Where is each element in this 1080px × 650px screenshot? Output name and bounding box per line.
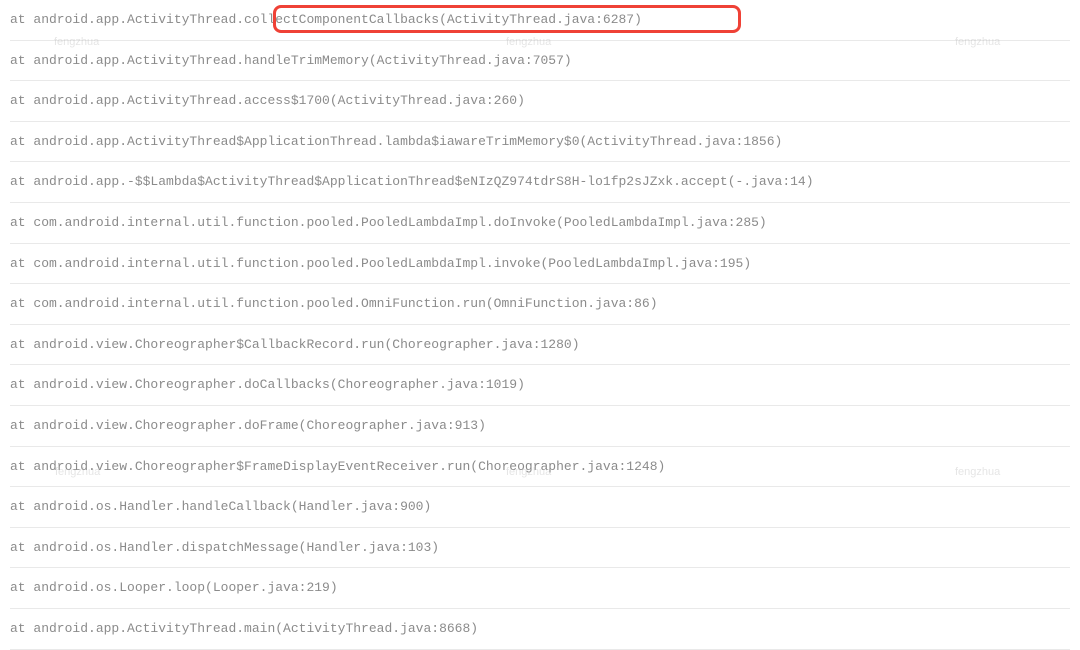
at-prefix: at	[10, 93, 33, 108]
stack-frame: at android.os.Handler.handleCallback(Han…	[10, 487, 1070, 528]
at-prefix: at	[10, 459, 33, 474]
at-prefix: at	[10, 296, 33, 311]
frame-text: android.view.Choreographer.doFrame(Chore…	[33, 418, 485, 433]
at-prefix: at	[10, 215, 33, 230]
at-prefix: at	[10, 53, 33, 68]
at-prefix: at	[10, 580, 33, 595]
frame-text: android.os.Looper.loop(Looper.java:219)	[33, 580, 337, 595]
at-prefix: at	[10, 337, 33, 352]
at-prefix: at	[10, 134, 33, 149]
stack-frame: at android.app.ActivityThread$Applicatio…	[10, 122, 1070, 163]
at-prefix: at	[10, 540, 33, 555]
stack-frame: at android.view.Choreographer$FrameDispl…	[10, 447, 1070, 488]
frame-text: android.view.Choreographer.doCallbacks(C…	[33, 377, 524, 392]
frame-text: android.app.ActivityThread.collectCompon…	[33, 12, 642, 27]
at-prefix: at	[10, 621, 33, 636]
at-prefix: at	[10, 418, 33, 433]
frame-text: com.android.internal.util.function.poole…	[33, 256, 751, 271]
at-prefix: at	[10, 256, 33, 271]
frame-text: android.view.Choreographer$CallbackRecor…	[33, 337, 579, 352]
stack-frame: at android.view.Choreographer$CallbackRe…	[10, 325, 1070, 366]
at-prefix: at	[10, 377, 33, 392]
stack-frame: at com.android.internal.util.function.po…	[10, 244, 1070, 285]
frame-text: android.app.ActivityThread.handleTrimMem…	[33, 53, 571, 68]
stack-frame: at android.app.-$$Lambda$ActivityThread$…	[10, 162, 1070, 203]
frame-text: android.os.Handler.dispatchMessage(Handl…	[33, 540, 439, 555]
frame-text: android.view.Choreographer$FrameDisplayE…	[33, 459, 665, 474]
stack-frame: at com.android.internal.util.function.po…	[10, 284, 1070, 325]
frame-text: android.app.ActivityThread.main(Activity…	[33, 621, 478, 636]
stack-frame: at android.os.Handler.dispatchMessage(Ha…	[10, 528, 1070, 569]
frame-text: android.app.ActivityThread.access$1700(A…	[33, 93, 524, 108]
frame-text: com.android.internal.util.function.poole…	[33, 296, 657, 311]
frame-text: android.app.ActivityThread$ApplicationTh…	[33, 134, 782, 149]
at-prefix: at	[10, 12, 33, 27]
stack-frame: at android.view.Choreographer.doFrame(Ch…	[10, 406, 1070, 447]
stack-frame: at com.android.internal.util.function.po…	[10, 203, 1070, 244]
at-prefix: at	[10, 174, 33, 189]
frame-text: android.os.Handler.handleCallback(Handle…	[33, 499, 431, 514]
stack-trace-container: at android.app.ActivityThread.collectCom…	[0, 0, 1080, 650]
at-prefix: at	[10, 499, 33, 514]
stack-frame: at android.os.Looper.loop(Looper.java:21…	[10, 568, 1070, 609]
stack-frame: at android.view.Choreographer.doCallback…	[10, 365, 1070, 406]
frame-text: com.android.internal.util.function.poole…	[33, 215, 766, 230]
stack-frame: at android.app.ActivityThread.handleTrim…	[10, 41, 1070, 82]
stack-frame: at android.app.ActivityThread.collectCom…	[10, 0, 1070, 41]
stack-frame: at android.app.ActivityThread.main(Activ…	[10, 609, 1070, 650]
frame-text: android.app.-$$Lambda$ActivityThread$App…	[33, 174, 813, 189]
stack-frame: at android.app.ActivityThread.access$170…	[10, 81, 1070, 122]
